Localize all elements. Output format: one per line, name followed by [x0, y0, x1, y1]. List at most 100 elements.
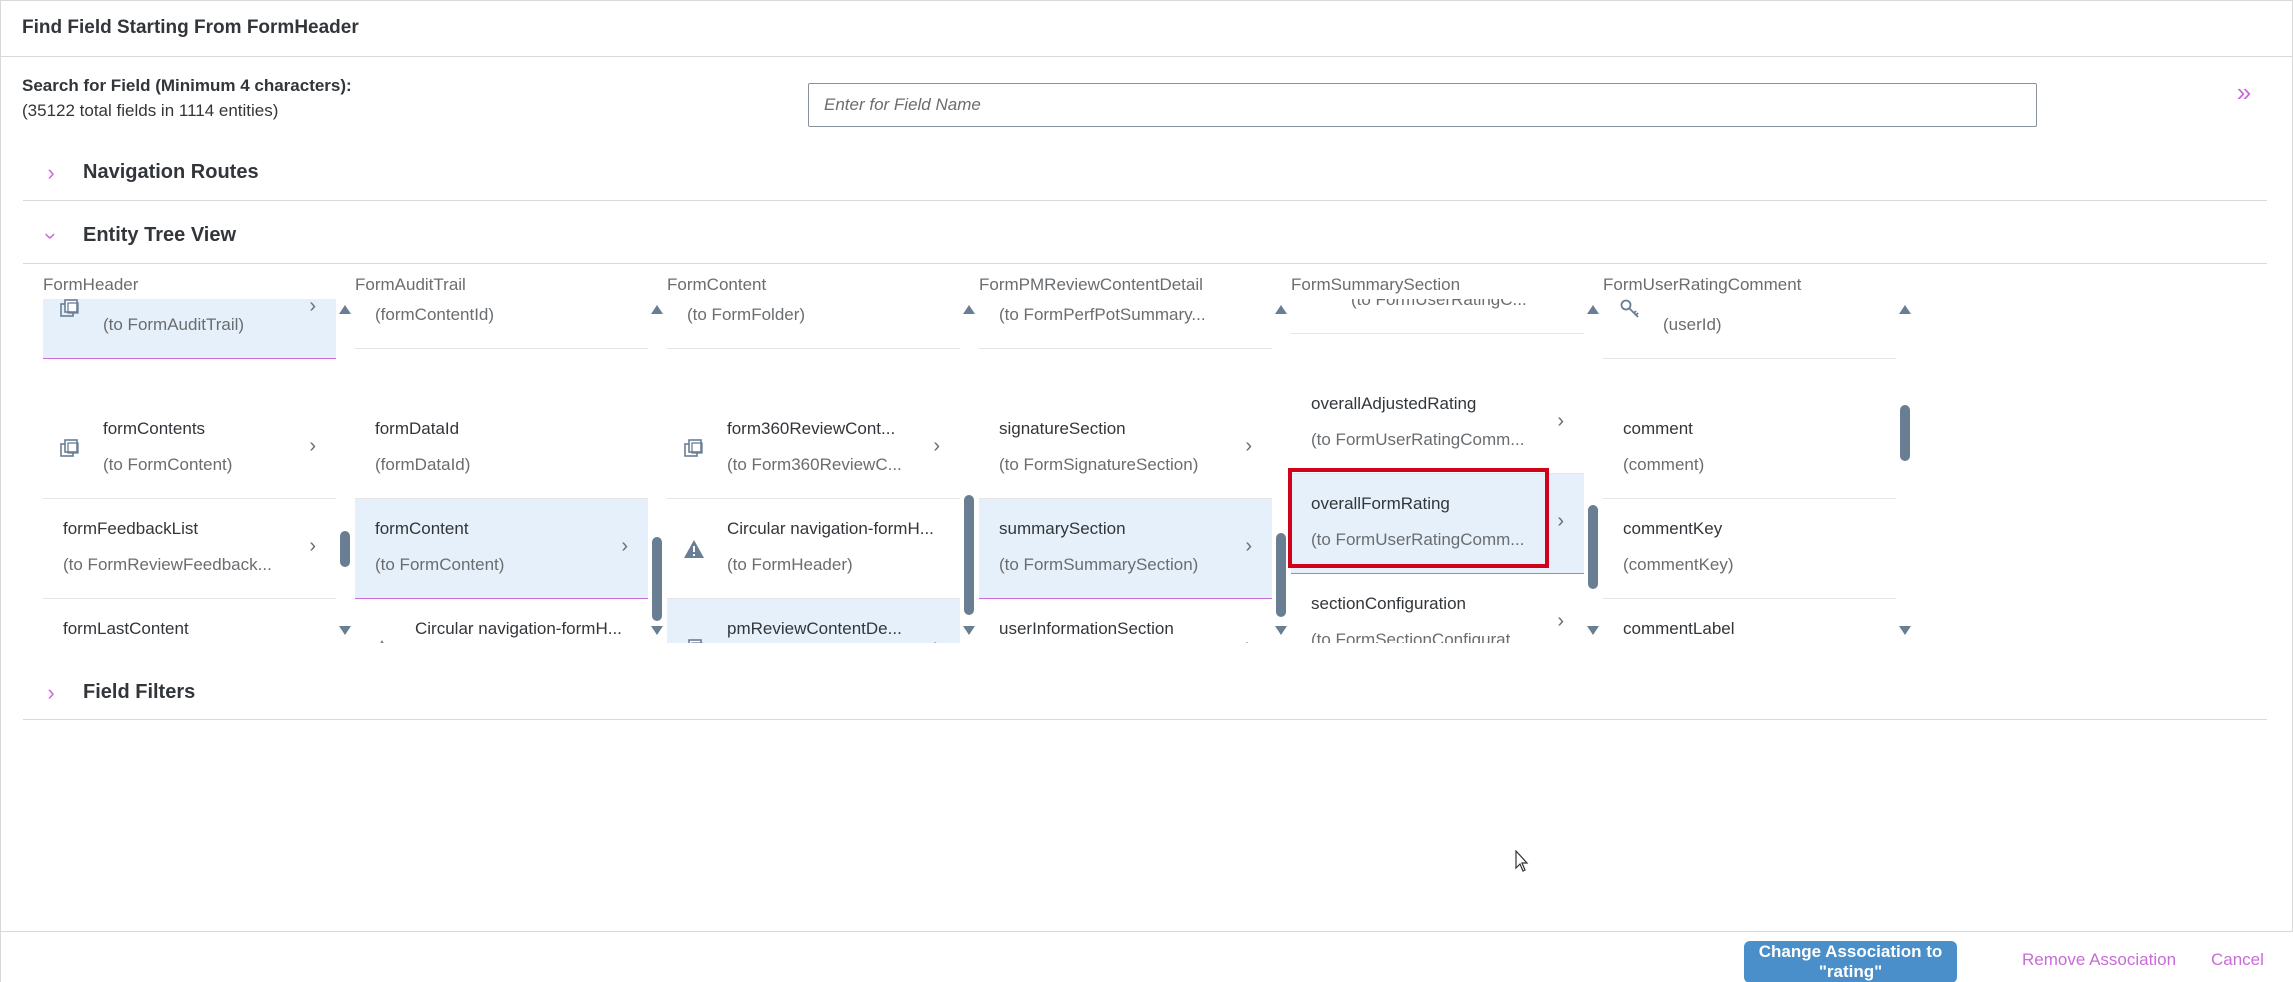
- tree-item[interactable]: overallFormRating (to FormUserRatingComm.…: [1291, 474, 1584, 574]
- chevron-right-icon[interactable]: ›: [933, 635, 940, 643]
- tree-item[interactable]: pmReviewContentDe...(to FormPMReviewC...…: [667, 599, 960, 643]
- tree-item[interactable]: signatureSection (to FormSignatureSection…: [979, 399, 1272, 499]
- chevron-right-icon[interactable]: ›: [309, 299, 316, 318]
- column-scrollbar[interactable]: [1587, 305, 1599, 635]
- tree-item[interactable]: sectionConfiguration (to FormSectionConfi…: [1291, 574, 1584, 643]
- tree-item-name: formContent: [375, 519, 469, 538]
- search-label: Search for Field (Minimum 4 characters):: [22, 76, 352, 95]
- scroll-down-icon[interactable]: [963, 626, 975, 635]
- tree-item[interactable]: (formContentId): [355, 299, 648, 349]
- tree-item[interactable]: formContents (to FormContent) ›: [43, 399, 336, 499]
- search-input[interactable]: [808, 83, 2037, 127]
- chevron-right-icon[interactable]: ›: [1557, 410, 1564, 433]
- chevron-right-icon[interactable]: ›: [309, 535, 316, 558]
- scroll-thumb[interactable]: [1276, 533, 1286, 617]
- tree-item[interactable]: overallAdjustedRating (to FormUserRatingC…: [1291, 374, 1584, 474]
- scroll-down-icon[interactable]: [1587, 626, 1599, 635]
- tree-item[interactable]: userId(userId): [1603, 299, 1896, 359]
- tree-item-name: commentLabel: [1623, 619, 1735, 638]
- scroll-thumb[interactable]: [964, 495, 974, 615]
- chevron-right-icon[interactable]: ›: [1245, 535, 1252, 558]
- scroll-up-icon[interactable]: [339, 305, 351, 314]
- scroll-down-icon[interactable]: [1275, 626, 1287, 635]
- column-header: FormContent: [667, 275, 767, 294]
- column-scrollbar[interactable]: [1275, 305, 1287, 635]
- entity-set-icon: [683, 638, 705, 643]
- column-header: FormAuditTrail: [355, 275, 466, 294]
- chevron-down-icon[interactable]: ›: [38, 226, 64, 246]
- change-association-button[interactable]: Change Association to "rating": [1744, 941, 1957, 982]
- tree-item-target: (formContentId): [375, 305, 495, 324]
- expand-double-chevron-icon[interactable]: »: [2229, 79, 2259, 109]
- tree-item[interactable]: othersRatingComment(to FormUserRatingC..…: [1291, 299, 1584, 334]
- tree-item[interactable]: summarySection (to FormSummarySection) ›: [979, 499, 1272, 599]
- tree-item-name: commentKey: [1623, 519, 1723, 538]
- tree-item-target: (to FormUserRatingComm...: [1311, 430, 1525, 449]
- tree-column: (to FormFolder) form360ReviewCont... (to F…: [667, 299, 960, 643]
- panel-navigation-routes[interactable]: › Navigation Routes: [23, 143, 2267, 201]
- panel-field-filters[interactable]: › Field Filters: [23, 663, 2267, 721]
- chevron-right-icon[interactable]: ›: [1245, 635, 1252, 643]
- column-scrollbar[interactable]: [1899, 305, 1911, 635]
- column-header: FormUserRatingComment: [1603, 275, 1802, 294]
- chevron-right-icon[interactable]: ›: [41, 680, 61, 706]
- tree-item[interactable]: formLastContent: [43, 599, 336, 643]
- tree-item-target: (to FormHeader): [727, 555, 853, 574]
- scroll-thumb[interactable]: [652, 537, 662, 621]
- tree-item-name: Circular navigation-formH...: [415, 619, 622, 638]
- chevron-right-icon[interactable]: ›: [621, 535, 628, 558]
- tree-item[interactable]: userInformationSection(to FormUserInform…: [979, 599, 1272, 643]
- tree-item-target: (to FormSummarySection): [999, 555, 1199, 574]
- tree-item-target: (formDataId): [375, 455, 471, 474]
- scroll-down-icon[interactable]: [651, 626, 663, 635]
- scroll-down-icon[interactable]: [339, 626, 351, 635]
- tree-item[interactable]: (to FormFolder): [667, 299, 960, 349]
- chevron-right-icon[interactable]: ›: [1557, 610, 1564, 633]
- panel-entity-tree-view[interactable]: › Entity Tree View: [23, 206, 2267, 264]
- cancel-button[interactable]: Cancel: [2211, 950, 2264, 970]
- entity-set-icon: [683, 438, 705, 460]
- warning-icon: [371, 638, 393, 643]
- tree-item-target: (to Form360ReviewC...: [727, 455, 902, 474]
- panel-title: Field Filters: [83, 681, 196, 703]
- scroll-down-icon[interactable]: [1899, 626, 1911, 635]
- chevron-right-icon[interactable]: ›: [1557, 510, 1564, 533]
- key-icon: [1619, 299, 1641, 320]
- tree-item[interactable]: formDataId (formDataId): [355, 399, 648, 499]
- chevron-right-icon[interactable]: ›: [41, 160, 61, 186]
- chevron-right-icon[interactable]: ›: [309, 435, 316, 458]
- tree-item-name: formContents: [103, 419, 206, 438]
- tree-item[interactable]: form360ReviewCont... (to Form360ReviewC..…: [667, 399, 960, 499]
- column-scrollbar[interactable]: [963, 305, 975, 635]
- tree-item[interactable]: formFeedbackList (to FormReviewFeedback..…: [43, 499, 336, 599]
- column-scrollbar[interactable]: [339, 305, 351, 635]
- tree-item[interactable]: commentKey (commentKey): [1603, 499, 1896, 599]
- scroll-thumb[interactable]: [1900, 405, 1910, 461]
- tree-item[interactable]: formAuditTrails(to FormAuditTrail)›: [43, 299, 336, 359]
- column-scrollbar[interactable]: [651, 305, 663, 635]
- tree-item[interactable]: Circular navigation-formH... (to FormHead…: [667, 499, 960, 599]
- tree-item[interactable]: formContent (to FormContent) ›: [355, 499, 648, 599]
- tree-item[interactable]: commentLabel: [1603, 599, 1896, 643]
- tree-item[interactable]: comment (comment): [1603, 399, 1896, 499]
- tree-column: othersRatingComment(to FormUserRatingC..…: [1291, 299, 1584, 643]
- tree-item[interactable]: (to FormPerfPotSummary...: [979, 299, 1272, 349]
- chevron-right-icon[interactable]: ›: [1245, 435, 1252, 458]
- remove-association-button[interactable]: Remove Association: [2022, 950, 2176, 970]
- panel-title: Navigation Routes: [83, 161, 259, 183]
- tree-item-name: pmReviewContentDe...: [727, 619, 902, 638]
- tree-column: (formContentId) formDataId (formDataId) for…: [355, 299, 648, 643]
- scroll-thumb[interactable]: [1588, 505, 1598, 589]
- scroll-up-icon[interactable]: [1587, 305, 1599, 314]
- chevron-right-icon[interactable]: ›: [933, 435, 940, 458]
- scroll-thumb[interactable]: [340, 531, 350, 567]
- tree-item-target: (to FormUserRatingC...: [1351, 299, 1527, 309]
- scroll-up-icon[interactable]: [651, 305, 663, 314]
- search-field-count: (35122 total fields in 1114 entities): [22, 101, 279, 120]
- scroll-up-icon[interactable]: [963, 305, 975, 314]
- tree-item-name: Circular navigation-formH...: [727, 519, 934, 538]
- tree-item[interactable]: Circular navigation-formH...(to FormHead…: [355, 599, 648, 643]
- panel-title: Entity Tree View: [83, 224, 237, 246]
- scroll-up-icon[interactable]: [1899, 305, 1911, 314]
- scroll-up-icon[interactable]: [1275, 305, 1287, 314]
